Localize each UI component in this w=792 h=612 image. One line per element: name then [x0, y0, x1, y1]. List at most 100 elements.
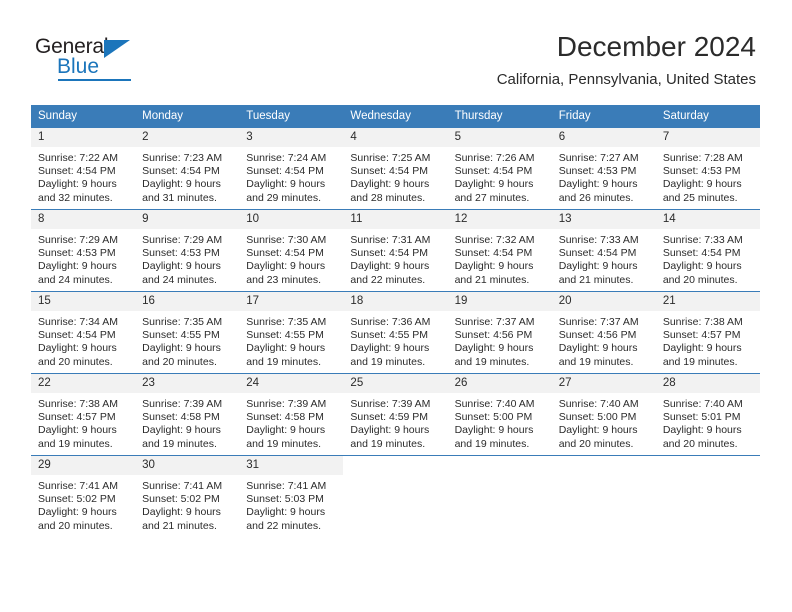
- day-cell[interactable]: 7 Sunrise: 7:28 AM Sunset: 4:53 PM Dayli…: [655, 127, 760, 210]
- day-cell[interactable]: 3 Sunrise: 7:24 AM Sunset: 4:54 PM Dayli…: [239, 127, 344, 210]
- day-cell[interactable]: 22 Sunrise: 7:38 AM Sunset: 4:57 PM Dayl…: [31, 373, 136, 456]
- daylight-text-line2: and 19 minutes.: [142, 437, 217, 450]
- daylight-text-line1: Daylight: 9 hours: [454, 260, 534, 273]
- day-number: 7: [655, 128, 760, 147]
- day-number: 10: [239, 210, 344, 229]
- sunset-text: Sunset: 4:54 PM: [38, 165, 116, 178]
- day-details: Sunrise: 7:23 AM Sunset: 4:54 PM Dayligh…: [135, 147, 239, 209]
- day-cell[interactable]: 31 Sunrise: 7:41 AM Sunset: 5:03 PM Dayl…: [239, 455, 344, 537]
- page-header: General Blue December 2024 California, P…: [0, 0, 792, 100]
- day-details: Sunrise: 7:30 AM Sunset: 4:54 PM Dayligh…: [239, 229, 343, 291]
- day-cell-empty: [343, 455, 448, 537]
- day-number: 13: [551, 210, 656, 229]
- day-cell[interactable]: 11 Sunrise: 7:31 AM Sunset: 4:54 PM Dayl…: [343, 209, 448, 292]
- day-details: Sunrise: 7:37 AM Sunset: 4:56 PM Dayligh…: [448, 311, 552, 373]
- day-number: 5: [447, 128, 552, 147]
- sunset-text: Sunset: 4:58 PM: [142, 411, 220, 424]
- daylight-text-line2: and 28 minutes.: [350, 191, 426, 204]
- day-cell[interactable]: 23 Sunrise: 7:39 AM Sunset: 4:58 PM Dayl…: [135, 373, 240, 456]
- day-cell[interactable]: 19 Sunrise: 7:37 AM Sunset: 4:56 PM Dayl…: [447, 291, 552, 374]
- daylight-text-line2: and 32 minutes.: [38, 191, 113, 204]
- sunrise-text: Sunrise: 7:37 AM: [558, 316, 639, 328]
- calendar-page: General Blue December 2024 California, P…: [0, 0, 792, 612]
- day-cell[interactable]: 26 Sunrise: 7:40 AM Sunset: 5:00 PM Dayl…: [447, 373, 552, 456]
- sunset-text: Sunset: 4:59 PM: [350, 411, 429, 424]
- sunrise-text: Sunrise: 7:29 AM: [142, 234, 223, 246]
- day-cell[interactable]: 30 Sunrise: 7:41 AM Sunset: 5:02 PM Dayl…: [135, 455, 240, 537]
- day-cell[interactable]: 17 Sunrise: 7:35 AM Sunset: 4:55 PM Dayl…: [239, 291, 344, 374]
- day-cell[interactable]: 8 Sunrise: 7:29 AM Sunset: 4:53 PM Dayli…: [31, 209, 136, 292]
- sunrise-text: Sunrise: 7:41 AM: [246, 480, 327, 492]
- page-title: December 2024: [556, 31, 756, 62]
- weekday-header-tuesday: Tuesday: [239, 105, 344, 128]
- day-number: 24: [239, 374, 344, 393]
- sunrise-text: Sunrise: 7:40 AM: [662, 398, 743, 410]
- day-details: Sunrise: 7:39 AM Sunset: 4:58 PM Dayligh…: [239, 393, 343, 455]
- day-cell[interactable]: 15 Sunrise: 7:34 AM Sunset: 4:54 PM Dayl…: [31, 291, 136, 374]
- daylight-text-line1: Daylight: 9 hours: [38, 424, 117, 437]
- sunset-text: Sunset: 4:53 PM: [558, 165, 637, 178]
- sunrise-text: Sunrise: 7:33 AM: [558, 234, 639, 246]
- day-cell-empty: [447, 455, 552, 537]
- sunrise-text: Sunrise: 7:22 AM: [38, 152, 118, 164]
- daylight-text-line2: and 20 minutes.: [662, 437, 738, 450]
- weekday-header-monday: Monday: [135, 105, 240, 128]
- daylight-text-line1: Daylight: 9 hours: [246, 342, 326, 355]
- day-cell[interactable]: 13 Sunrise: 7:33 AM Sunset: 4:54 PM Dayl…: [551, 209, 656, 292]
- day-details: Sunrise: 7:27 AM Sunset: 4:53 PM Dayligh…: [552, 147, 656, 209]
- day-cell[interactable]: 10 Sunrise: 7:30 AM Sunset: 4:54 PM Dayl…: [239, 209, 344, 292]
- sunrise-text: Sunrise: 7:35 AM: [246, 316, 327, 328]
- day-cell[interactable]: 21 Sunrise: 7:38 AM Sunset: 4:57 PM Dayl…: [655, 291, 760, 374]
- day-cell[interactable]: 18 Sunrise: 7:36 AM Sunset: 4:55 PM Dayl…: [343, 291, 448, 374]
- day-cell[interactable]: 6 Sunrise: 7:27 AM Sunset: 4:53 PM Dayli…: [551, 127, 656, 210]
- day-cell[interactable]: 5 Sunrise: 7:26 AM Sunset: 4:54 PM Dayli…: [447, 127, 552, 210]
- day-cell[interactable]: 28 Sunrise: 7:40 AM Sunset: 5:01 PM Dayl…: [655, 373, 760, 456]
- day-details: Sunrise: 7:38 AM Sunset: 4:57 PM Dayligh…: [31, 393, 135, 455]
- sunset-text: Sunset: 4:54 PM: [350, 247, 429, 260]
- daylight-text-line1: Daylight: 9 hours: [142, 260, 221, 273]
- daylight-text-line1: Daylight: 9 hours: [558, 178, 638, 191]
- day-cell[interactable]: 9 Sunrise: 7:29 AM Sunset: 4:53 PM Dayli…: [135, 209, 240, 292]
- day-cell[interactable]: 24 Sunrise: 7:39 AM Sunset: 4:58 PM Dayl…: [239, 373, 344, 456]
- sunrise-text: Sunrise: 7:27 AM: [558, 152, 639, 164]
- day-details: [552, 475, 656, 537]
- day-number: 28: [655, 374, 760, 393]
- sunset-text: Sunset: 5:02 PM: [142, 493, 220, 506]
- calendar-week-row: 15 Sunrise: 7:34 AM Sunset: 4:54 PM Dayl…: [31, 291, 760, 374]
- sunset-text: Sunset: 4:54 PM: [558, 247, 637, 260]
- day-number: 9: [135, 210, 240, 229]
- daylight-text-line2: and 20 minutes.: [38, 355, 113, 368]
- day-number: 12: [447, 210, 552, 229]
- day-details: Sunrise: 7:33 AM Sunset: 4:54 PM Dayligh…: [656, 229, 760, 291]
- daylight-text-line2: and 20 minutes.: [142, 355, 217, 368]
- sunrise-text: Sunrise: 7:34 AM: [38, 316, 118, 328]
- day-cell[interactable]: 25 Sunrise: 7:39 AM Sunset: 4:59 PM Dayl…: [343, 373, 448, 456]
- day-cell-empty: [655, 455, 760, 537]
- day-details: Sunrise: 7:25 AM Sunset: 4:54 PM Dayligh…: [343, 147, 447, 209]
- day-cell[interactable]: 12 Sunrise: 7:32 AM Sunset: 4:54 PM Dayl…: [447, 209, 552, 292]
- day-cell-empty: [551, 455, 656, 537]
- day-cell[interactable]: 27 Sunrise: 7:40 AM Sunset: 5:00 PM Dayl…: [551, 373, 656, 456]
- day-number: 4: [343, 128, 448, 147]
- weekday-header-saturday: Saturday: [655, 105, 760, 128]
- day-number: 17: [239, 292, 344, 311]
- sunset-text: Sunset: 4:56 PM: [558, 329, 637, 342]
- day-cell[interactable]: 16 Sunrise: 7:35 AM Sunset: 4:55 PM Dayl…: [135, 291, 240, 374]
- day-number: [343, 456, 448, 475]
- sunset-text: Sunset: 4:53 PM: [142, 247, 220, 260]
- daylight-text-line2: and 19 minutes.: [246, 355, 321, 368]
- daylight-text-line2: and 19 minutes.: [350, 355, 426, 368]
- sunset-text: Sunset: 4:54 PM: [246, 247, 324, 260]
- sunrise-text: Sunrise: 7:36 AM: [350, 316, 431, 328]
- sunset-text: Sunset: 4:57 PM: [662, 329, 741, 342]
- day-cell[interactable]: 4 Sunrise: 7:25 AM Sunset: 4:54 PM Dayli…: [343, 127, 448, 210]
- day-details: Sunrise: 7:37 AM Sunset: 4:56 PM Dayligh…: [552, 311, 656, 373]
- day-cell[interactable]: 29 Sunrise: 7:41 AM Sunset: 5:02 PM Dayl…: [31, 455, 136, 537]
- day-cell[interactable]: 1 Sunrise: 7:22 AM Sunset: 4:54 PM Dayli…: [31, 127, 136, 210]
- daylight-text-line2: and 19 minutes.: [454, 355, 530, 368]
- daylight-text-line2: and 21 minutes.: [558, 273, 634, 286]
- day-cell[interactable]: 14 Sunrise: 7:33 AM Sunset: 4:54 PM Dayl…: [655, 209, 760, 292]
- day-cell[interactable]: 2 Sunrise: 7:23 AM Sunset: 4:54 PM Dayli…: [135, 127, 240, 210]
- day-cell[interactable]: 20 Sunrise: 7:37 AM Sunset: 4:56 PM Dayl…: [551, 291, 656, 374]
- sunset-text: Sunset: 4:54 PM: [454, 165, 533, 178]
